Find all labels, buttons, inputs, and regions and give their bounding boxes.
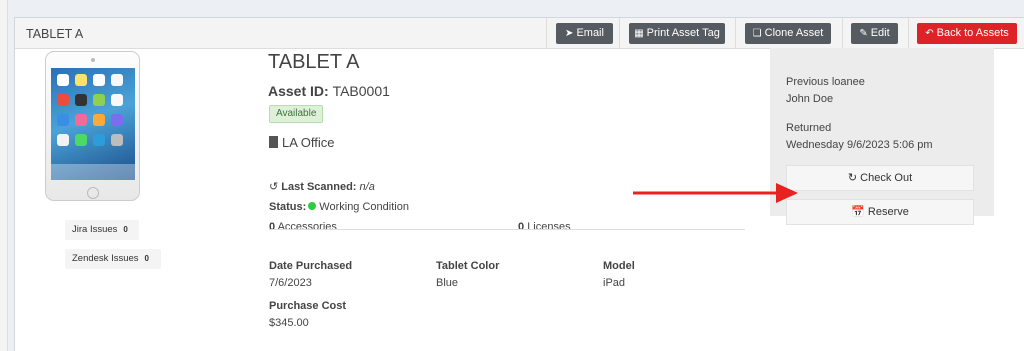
licenses-number: 0 [518, 221, 525, 233]
clone-asset-button[interactable]: ❏ Clone Asset [745, 23, 831, 44]
asset-name: TABLET A [268, 51, 360, 73]
zendesk-issues-label: Zendesk Issues [72, 253, 139, 264]
header-divider [735, 18, 736, 49]
zendesk-issues-tag[interactable]: Zendesk Issues 0 [65, 249, 161, 269]
accessories-label: Accessories [277, 221, 337, 233]
app-tile [57, 134, 69, 146]
previous-loanee-label: Previous loanee [786, 76, 865, 88]
app-grid [57, 74, 129, 146]
app-tile [111, 74, 123, 86]
date-purchased-value: 7/6/2023 [269, 277, 312, 289]
email-button[interactable]: ➤ Email [556, 23, 613, 44]
licenses-count[interactable]: 0 Licenses [518, 221, 571, 233]
app-tile [57, 74, 69, 86]
status-dot-icon [308, 202, 317, 210]
app-tile [111, 94, 123, 106]
edit-button[interactable]: ✎ Edit [851, 23, 898, 44]
accessories-number: 0 [269, 221, 276, 233]
app-tile [111, 134, 123, 146]
model-value: iPad [603, 277, 626, 289]
reserve-label: Reserve [867, 206, 909, 218]
app-tile [57, 94, 69, 106]
availability-badge: Available [269, 105, 324, 123]
check-out-label: Check Out [860, 172, 913, 184]
accessories-count[interactable]: 0 Accessories [269, 221, 337, 233]
tablet-color-value: Blue [436, 277, 459, 289]
asset-image [45, 51, 140, 201]
reply-arrow-icon: ↶ [925, 28, 934, 39]
panel-title: TABLET A [26, 27, 84, 41]
history-icon: ↺ [269, 181, 279, 193]
date-purchased-label: Date Purchased [269, 260, 353, 272]
app-tile [93, 114, 105, 126]
reserve-button[interactable]: 📅 Reserve [786, 199, 974, 225]
app-tile [57, 114, 69, 126]
asset-id-label: Asset ID: [268, 83, 329, 99]
back-to-assets-button[interactable]: ↶ Back to Assets [917, 23, 1017, 44]
last-scanned-label: Last Scanned: [281, 181, 357, 193]
licenses-label: Licenses [527, 221, 571, 233]
camera-dot [91, 58, 95, 62]
header-divider [908, 18, 909, 49]
status-label: Status: [269, 201, 307, 213]
location[interactable]: LA Office [269, 135, 335, 150]
status-line: Status: Working Condition [269, 201, 409, 213]
print-asset-tag-button[interactable]: ▦ Print Asset Tag [629, 23, 725, 44]
jira-issues-label: Jira Issues [72, 224, 118, 235]
last-scanned: ↺ Last Scanned: n/a [269, 180, 375, 193]
last-scanned-value: n/a [359, 181, 375, 193]
returned-label: Returned [786, 122, 832, 134]
loan-status-box: Previous loanee John Doe Returned Wednes… [770, 48, 994, 225]
calendar-icon: 📅 [851, 206, 865, 218]
app-tile [93, 74, 105, 86]
print-asset-tag-label: Print Asset Tag [646, 27, 720, 39]
app-tile [75, 114, 87, 126]
zendesk-issues-count: 0 [144, 254, 149, 263]
asset-id: Asset ID: TAB0001 [268, 83, 390, 99]
home-button [87, 187, 99, 199]
header-divider [842, 18, 843, 49]
building-icon [269, 136, 278, 148]
purchase-cost-value: $345.00 [269, 317, 309, 329]
check-out-button[interactable]: ↻ Check Out [786, 165, 974, 191]
asset-id-value: TAB0001 [332, 83, 390, 99]
purchase-cost-label: Purchase Cost [269, 300, 347, 312]
jira-issues-tag[interactable]: Jira Issues 0 [65, 220, 139, 240]
email-button-label: Email [576, 27, 604, 39]
paper-plane-icon: ➤ [565, 28, 574, 39]
back-to-assets-label: Back to Assets [936, 27, 1009, 39]
left-sidebar-edge [0, 0, 8, 351]
copy-icon: ❏ [752, 28, 762, 39]
tablet-screen [51, 68, 135, 180]
app-tile [111, 114, 123, 126]
app-tile [75, 94, 87, 106]
divider [269, 229, 745, 230]
location-label: LA Office [282, 135, 335, 150]
app-tile [93, 134, 105, 146]
pencil-icon: ✎ [859, 28, 868, 39]
annotation-arrow-icon [633, 183, 798, 203]
qr-code-icon: ▦ [634, 28, 644, 39]
tablet-color-label: Tablet Color [436, 260, 500, 272]
jira-issues-count: 0 [123, 225, 128, 234]
header-divider [619, 18, 620, 49]
sync-icon: ↻ [847, 172, 858, 184]
returned-value: Wednesday 9/6/2023 5:06 pm [786, 139, 933, 151]
app-tile [75, 134, 87, 146]
app-tile [93, 94, 105, 106]
clone-asset-label: Clone Asset [764, 27, 824, 39]
edit-button-label: Edit [870, 27, 890, 39]
status-value: Working Condition [319, 201, 409, 213]
app-tile [75, 74, 87, 86]
tablet-dock [51, 164, 135, 180]
header-divider [546, 18, 547, 49]
previous-loanee-value: John Doe [786, 93, 834, 105]
model-label: Model [603, 260, 635, 272]
panel-header: TABLET A ➤ Email ▦ Print Asset Tag ❏ Clone … [15, 18, 1024, 49]
